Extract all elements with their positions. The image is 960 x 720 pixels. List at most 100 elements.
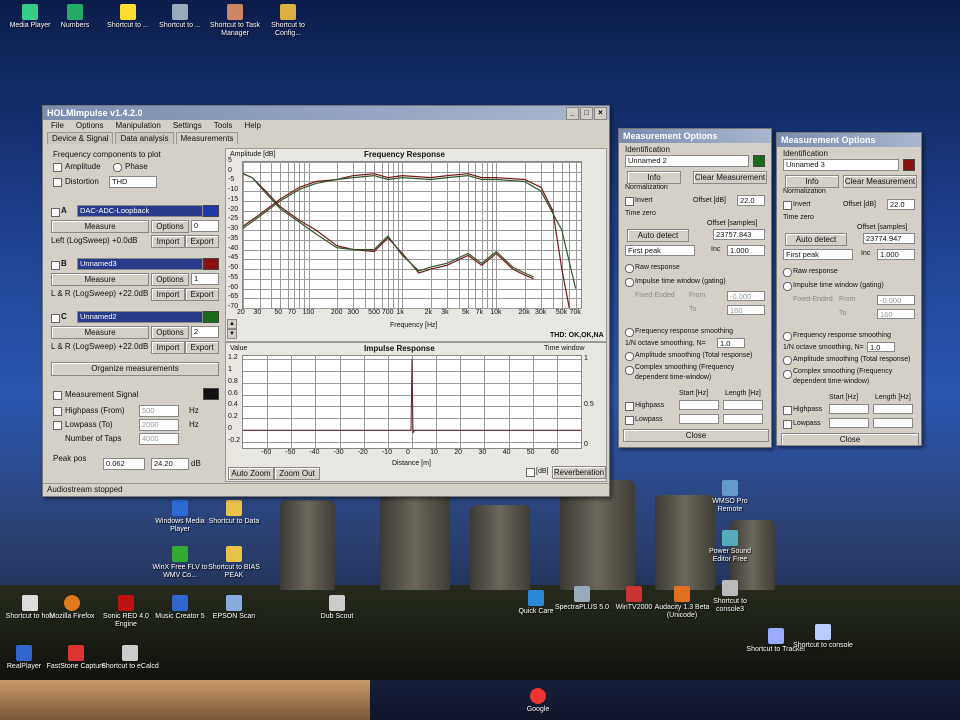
lowpass-checkbox[interactable]	[53, 421, 62, 430]
measurement-a-color[interactable]	[203, 205, 219, 217]
complex-smoothing-radio[interactable]	[783, 370, 792, 379]
identification-input[interactable]: Unnamed 3	[783, 159, 899, 171]
desktop-icon[interactable]: Shortcut to console	[793, 624, 853, 650]
measurement-a-checkbox[interactable]	[51, 208, 60, 217]
measure-b-button[interactable]: Measure	[51, 273, 149, 286]
peak-pos-a[interactable]: 0.062	[103, 458, 145, 470]
highpass-input[interactable]: 500	[139, 405, 179, 417]
phase-radio[interactable]	[113, 163, 122, 172]
first-peak-select[interactable]: First peak	[625, 245, 695, 256]
tab-measurements[interactable]: Measurements	[175, 132, 239, 144]
options-b-value[interactable]: 1	[191, 273, 219, 285]
taps-input[interactable]: 4000	[139, 433, 179, 445]
tab-device-signal[interactable]: Device & Signal	[47, 132, 114, 144]
complex-smoothing-radio[interactable]	[625, 366, 634, 375]
frequency-response-plot[interactable]	[242, 161, 582, 309]
desktop-icon[interactable]: Dub Scout	[307, 595, 367, 621]
identification-input[interactable]: Unnamed 2	[625, 155, 749, 167]
options-a-value[interactable]: 0	[191, 220, 219, 232]
scroll-up-icon[interactable]: ▲	[227, 319, 237, 329]
offset-db-input[interactable]: 22.0	[737, 195, 765, 206]
measurement-c-name[interactable]: Unnamed2	[77, 311, 203, 323]
desktop-icon[interactable]: Shortcut to Task Manager	[205, 4, 265, 38]
fr-smoothing-radio[interactable]	[625, 328, 634, 337]
raw-response-radio[interactable]	[625, 264, 634, 273]
lowpass-input[interactable]: 2000	[139, 419, 179, 431]
desktop-icon[interactable]: Google	[508, 688, 568, 714]
desktop-icon[interactable]: Shortcut to Config...	[258, 4, 318, 38]
to-input[interactable]: 160	[727, 305, 765, 315]
measurement-color-swatch[interactable]	[753, 155, 765, 167]
from-input[interactable]: -0.000	[727, 291, 765, 301]
tab-data-analysis[interactable]: Data analysis	[115, 132, 174, 144]
first-peak-select[interactable]: First peak	[783, 249, 853, 260]
options-c-button[interactable]: Options	[151, 326, 189, 339]
desktop-icon[interactable]: Shortcut to eCalcd	[100, 645, 160, 671]
impulse-time-window-radio[interactable]	[625, 278, 634, 287]
options-b-button[interactable]: Options	[151, 273, 189, 286]
minimize-button[interactable]: _	[566, 107, 579, 120]
export-c-button[interactable]: Export	[185, 341, 219, 354]
from-input[interactable]: -0.000	[877, 295, 915, 305]
octave-smoothing-input[interactable]: 1.0	[717, 338, 745, 348]
lowpass-length-input[interactable]	[723, 414, 763, 424]
octave-smoothing-input[interactable]: 1.0	[867, 342, 895, 352]
menu-options[interactable]: Options	[76, 120, 104, 132]
desktop-icon[interactable]: Mozilla Firefox	[42, 595, 102, 621]
offset-samples-input[interactable]: 23774.947	[863, 233, 915, 244]
lowpass-checkbox[interactable]	[783, 420, 792, 429]
lowpass-checkbox[interactable]	[625, 416, 634, 425]
auto-detect-button[interactable]: Auto detect	[627, 229, 689, 242]
desktop-icon[interactable]: Shortcut to ...	[150, 4, 210, 30]
highpass-length-input[interactable]	[873, 404, 913, 414]
export-b-button[interactable]: Export	[185, 288, 219, 301]
amplitude-checkbox[interactable]	[53, 163, 62, 172]
amp-smoothing-radio[interactable]	[625, 352, 634, 361]
desktop-icon[interactable]: Shortcut to ...	[98, 4, 158, 30]
clear-measurement-button[interactable]: Clear Measurement	[843, 175, 917, 188]
auto-zoom-button[interactable]: Auto Zoom	[228, 467, 274, 480]
measurement-b-name[interactable]: Unnamed3	[77, 258, 203, 270]
highpass-checkbox[interactable]	[783, 406, 792, 415]
import-b-button[interactable]: Import	[151, 288, 185, 301]
menu-help[interactable]: Help	[244, 120, 260, 132]
desktop-icon[interactable]: Power Sound Editor Free	[700, 530, 760, 564]
desktop-icon[interactable]: FastStone Capture	[46, 645, 106, 671]
offset-db-input[interactable]: 22.0	[887, 199, 915, 210]
distortion-checkbox[interactable]	[53, 178, 62, 187]
menu-file[interactable]: File	[51, 120, 64, 132]
offset-samples-input[interactable]: 23757.843	[713, 229, 765, 240]
menu-settings[interactable]: Settings	[173, 120, 202, 132]
desktop-icon[interactable]: Numbers	[45, 4, 105, 30]
fr-smoothing-radio[interactable]	[783, 332, 792, 341]
scroll-down-icon[interactable]: ▼	[227, 329, 237, 339]
desktop-icon[interactable]: Shortcut to BIAS PEAK	[204, 546, 264, 580]
desktop-icon[interactable]: WinX Free FLV to WMV Co...	[150, 546, 210, 580]
measurement-signal-color[interactable]	[203, 388, 219, 400]
measurement-c-color[interactable]	[203, 311, 219, 323]
inc-input[interactable]: 1.000	[877, 249, 915, 260]
raw-response-radio[interactable]	[783, 268, 792, 277]
highpass-start-input[interactable]	[829, 404, 869, 414]
db-checkbox[interactable]	[526, 468, 535, 477]
desktop-icon[interactable]: Windows Media Player	[150, 500, 210, 534]
peak-pos-b[interactable]: 24.20	[151, 458, 189, 470]
menu-tools[interactable]: Tools	[214, 120, 233, 132]
clear-measurement-button[interactable]: Clear Measurement	[693, 171, 767, 184]
measurement-c-checkbox[interactable]	[51, 314, 60, 323]
highpass-length-input[interactable]	[723, 400, 763, 410]
close-button[interactable]: Close	[623, 429, 769, 442]
options-c-value[interactable]: 2	[191, 326, 219, 338]
desktop-icon[interactable]: Shortcut to console3	[700, 580, 760, 614]
import-a-button[interactable]: Import	[151, 235, 185, 248]
import-c-button[interactable]: Import	[151, 341, 185, 354]
highpass-checkbox[interactable]	[625, 402, 634, 411]
menu-manipulation[interactable]: Manipulation	[115, 120, 160, 132]
lowpass-start-input[interactable]	[829, 418, 869, 428]
auto-detect-button[interactable]: Auto detect	[785, 233, 847, 246]
impulse-time-window-radio[interactable]	[783, 282, 792, 291]
maximize-button[interactable]: □	[580, 107, 593, 120]
desktop-icon[interactable]: Shortcut to Data	[204, 500, 264, 526]
desktop-icon[interactable]: WMSO Pro Remote	[700, 480, 760, 514]
invert-checkbox[interactable]	[625, 197, 634, 206]
